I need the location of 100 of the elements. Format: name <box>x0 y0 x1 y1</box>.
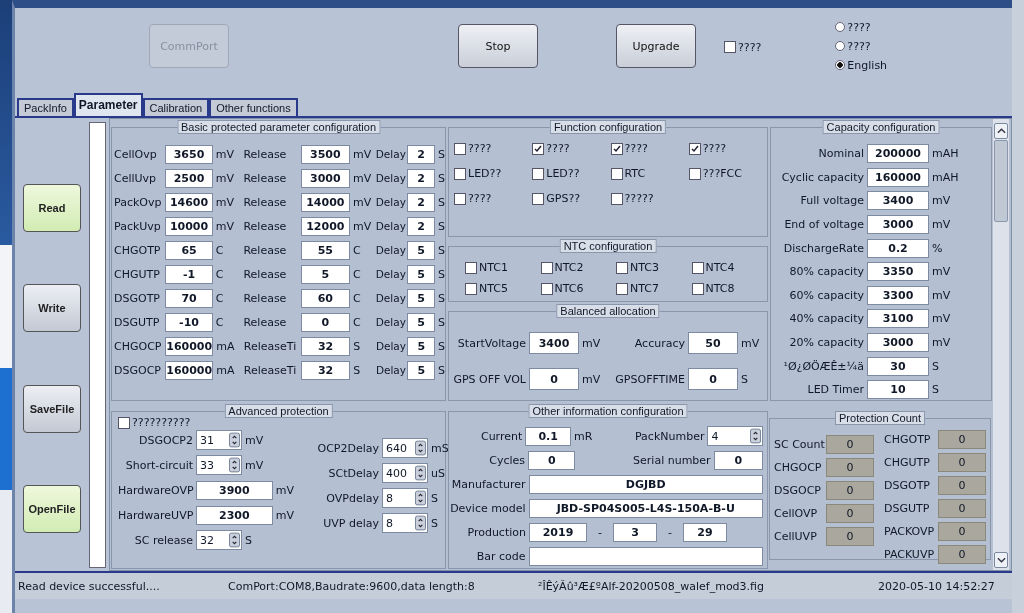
radio-label[interactable]: ???? <box>847 20 871 34</box>
value-field[interactable]: 55 <box>300 240 351 260</box>
spin-icon[interactable] <box>229 432 240 448</box>
spin-icon[interactable] <box>750 428 761 444</box>
value-field[interactable]: -10 <box>165 312 213 332</box>
value-field[interactable]: 0 <box>300 312 351 332</box>
checkbox[interactable]: NTC2 <box>540 261 616 274</box>
checkbox[interactable]: GPS?? <box>532 192 611 205</box>
value-field[interactable]: 10000 <box>165 216 213 236</box>
value-field[interactable]: 0 <box>529 368 579 390</box>
checkbox[interactable]: NTC5 <box>465 282 541 295</box>
spin-icon[interactable] <box>415 490 426 506</box>
checkbox[interactable]: ???? <box>454 142 533 155</box>
spin-field[interactable]: 8 <box>382 488 428 508</box>
side-button[interactable]: OpenFile <box>23 484 81 533</box>
spin-field[interactable]: 32 <box>196 530 242 550</box>
checkbox[interactable]: LED?? <box>454 167 533 180</box>
side-button[interactable]: Read <box>23 184 81 233</box>
value-field[interactable]: 5 <box>407 336 435 356</box>
value-field[interactable]: 14000 <box>300 192 351 212</box>
year-field[interactable]: 2019 <box>529 522 587 542</box>
value-field[interactable]: 32 <box>300 360 351 380</box>
spin-icon[interactable] <box>415 465 426 481</box>
value-field[interactable]: 70 <box>165 288 213 308</box>
value-field[interactable]: 2300 <box>196 505 273 525</box>
radio-button[interactable] <box>835 22 846 32</box>
checkbox[interactable]: ????? <box>610 192 689 205</box>
spin-icon[interactable] <box>229 532 240 548</box>
spin-icon[interactable] <box>415 440 426 456</box>
spin-field[interactable]: 4 <box>707 426 763 446</box>
value-field[interactable]: 65 <box>165 240 213 260</box>
value-field[interactable]: 5 <box>407 240 436 260</box>
value-field[interactable]: 200000 <box>867 144 929 164</box>
radio-label[interactable]: English <box>847 58 888 72</box>
value-field[interactable]: 2 <box>407 168 436 188</box>
value-field[interactable]: 3650 <box>165 144 213 164</box>
value-field[interactable]: 5 <box>407 264 436 284</box>
spin-field[interactable]: 8 <box>382 513 428 533</box>
radio-button[interactable] <box>835 41 846 51</box>
month-field[interactable]: 3 <box>613 522 657 542</box>
toolbar-button[interactable]: Stop <box>458 24 538 68</box>
day-field[interactable]: 29 <box>683 522 727 542</box>
toolbar-button[interactable]: Upgrade <box>616 24 696 68</box>
tab[interactable]: PackInfo <box>17 98 74 116</box>
checkbox[interactable]: ?????????? <box>118 416 445 429</box>
spin-field[interactable]: 400 <box>382 463 428 483</box>
radio-button[interactable] <box>835 60 846 70</box>
tab[interactable]: Other functions <box>209 98 298 116</box>
checkbox[interactable]: LED?? <box>532 167 611 180</box>
tab[interactable]: Parameter <box>73 93 143 116</box>
value-field[interactable]: 50 <box>688 332 738 354</box>
value-field[interactable]: 160000 <box>867 167 929 187</box>
value-field[interactable]: 10 <box>867 380 929 400</box>
value-field[interactable]: 0.2 <box>867 238 929 258</box>
value-field[interactable]: DGJBD <box>528 474 763 494</box>
value-field[interactable]: 0 <box>713 450 763 470</box>
spin-icon[interactable] <box>415 515 426 531</box>
value-field[interactable]: 160000 <box>165 336 214 356</box>
value-field[interactable]: JBD-SP04S005-L4S-150A-B-U <box>528 498 763 518</box>
checkbox[interactable]: ???FCC <box>688 167 767 180</box>
value-field[interactable]: 2 <box>407 216 436 236</box>
spin-field[interactable]: 33 <box>196 455 242 475</box>
value-field[interactable]: 3350 <box>867 262 929 282</box>
value-field[interactable]: 0.1 <box>525 426 572 446</box>
spin-icon[interactable] <box>229 457 240 473</box>
checkbox[interactable]: ???? <box>724 40 762 54</box>
value-field[interactable]: 12000 <box>300 216 351 236</box>
checkbox[interactable]: ???? <box>610 142 689 155</box>
checkbox[interactable]: NTC8 <box>691 282 767 295</box>
value-field[interactable]: 32 <box>300 336 351 356</box>
checkbox[interactable]: NTC1 <box>465 261 541 274</box>
value-field[interactable]: 14600 <box>165 192 213 212</box>
value-field[interactable]: 3100 <box>867 309 929 329</box>
checkbox[interactable]: RTC <box>610 167 689 180</box>
spin-field[interactable]: 640 <box>382 438 428 458</box>
checkbox[interactable]: ???? <box>532 142 611 155</box>
checkbox[interactable]: NTC7 <box>616 282 692 295</box>
checkbox[interactable]: NTC6 <box>540 282 616 295</box>
value-field[interactable]: 3400 <box>867 191 929 211</box>
value-field[interactable]: 3500 <box>300 144 351 164</box>
side-button[interactable]: Write <box>23 284 81 333</box>
checkbox[interactable]: ???? <box>688 142 767 155</box>
value-field[interactable]: 2 <box>407 144 436 164</box>
checkbox[interactable]: NTC4 <box>691 261 767 274</box>
scroll-down-button[interactable] <box>994 552 1008 568</box>
value-field[interactable]: -1 <box>165 264 213 284</box>
value-field[interactable]: 5 <box>300 264 351 284</box>
checkbox[interactable]: NTC3 <box>616 261 692 274</box>
value-field[interactable]: 2500 <box>165 168 213 188</box>
value-field[interactable]: 3000 <box>867 215 929 235</box>
radio-label[interactable]: ???? <box>847 39 871 53</box>
scroll-up-button[interactable] <box>994 123 1008 139</box>
value-field[interactable]: 3300 <box>867 285 929 305</box>
value-field[interactable]: 5 <box>407 312 436 332</box>
bar-code-field[interactable] <box>528 546 763 566</box>
value-field[interactable]: 3400 <box>529 332 579 354</box>
scrollbar-thumb[interactable] <box>994 140 1008 222</box>
value-field[interactable]: 3900 <box>196 480 273 500</box>
value-field[interactable]: 5 <box>407 360 435 380</box>
value-field[interactable]: 2 <box>407 192 436 212</box>
